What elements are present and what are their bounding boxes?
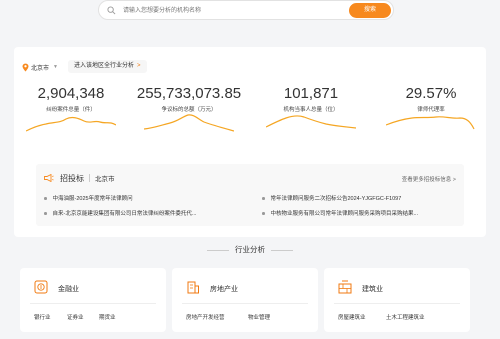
stat-label: 争议标的总额（万元） <box>161 107 217 113</box>
stat-value: 2,904,348 <box>37 85 105 102</box>
search-input[interactable] <box>123 4 333 17</box>
divider <box>182 303 308 304</box>
stat-dispute-amount: 255,733,073.85 争议标的总额（万元） <box>134 85 244 132</box>
stat-value: 29.57% <box>405 85 457 102</box>
bidding-header: 招投标 北京市 <box>44 173 115 183</box>
bidding-item[interactable]: 常年法律顾问服务二次招标公告2024-YJGFGC-F1097 <box>262 194 452 202</box>
stat-party-count: 101,871 机构当事人总量（位） <box>256 85 366 129</box>
industry-name: 金融业 <box>58 286 79 293</box>
stats-row: 2,904,348 纠纷案件总量（件） 255,733,073.85 争议标的总… <box>14 85 486 145</box>
enter-region-report-link[interactable]: 进入该地区全行业分析 > <box>68 60 147 73</box>
sparkline <box>144 114 234 132</box>
industry-subcategory[interactable]: 期货业 <box>99 313 116 321</box>
divider <box>89 174 90 182</box>
bidding-item[interactable]: 自来-北京京能建设集团有限公司日常法律纠纷案件委托代... <box>44 209 234 217</box>
industry-subcategory[interactable]: 银行业 <box>34 313 51 321</box>
divider <box>30 303 156 304</box>
search-icon <box>107 6 116 15</box>
construction-icon <box>338 280 352 294</box>
more-bidding-label: 查看更多招投标信息 <box>401 177 452 183</box>
building-icon <box>187 281 199 294</box>
region-label: 北京市 <box>31 65 50 72</box>
industry-subcategory[interactable]: 土木工程建筑业 <box>386 313 425 321</box>
stat-label: 机构当事人总量（位） <box>283 107 339 113</box>
stat-lawyer-rate: 29.57% 律师代理率 <box>376 85 486 130</box>
bidding-item[interactable]: 中海油服-2025年度常年法律顾问 <box>44 194 234 202</box>
more-bidding-link[interactable]: 查看更多招投标信息 > <box>402 175 456 183</box>
caret-down-icon: ▼ <box>53 64 58 70</box>
industry-subcategory[interactable]: 证券业 <box>67 313 84 321</box>
industry-card-real-estate[interactable]: 房地产业 房地产开发经营 物业管理 <box>172 268 318 332</box>
region-selector[interactable]: 北京市 ▼ <box>22 61 58 73</box>
bidding-title: 招投标 <box>60 173 84 183</box>
stat-value: 255,733,073.85 <box>136 85 242 102</box>
stat-label: 纠纷案件总量（件） <box>46 107 96 113</box>
industry-card-construction[interactable]: 建筑业 房屋建筑业 土木工程建筑业 <box>324 268 470 332</box>
divider <box>334 303 460 304</box>
sparkline <box>266 115 356 129</box>
industry-title-text: 行业分析 <box>235 245 265 254</box>
industry-card-finance[interactable]: 金融业 银行业 证券业 期货业 <box>20 268 166 332</box>
stat-case-count: 2,904,348 纠纷案件总量（件） <box>16 85 126 132</box>
enter-report-label: 进入该地区全行业分析 <box>74 63 135 69</box>
sparkline <box>26 116 116 132</box>
industry-subcategory[interactable]: 房屋建筑业 <box>338 313 366 321</box>
industry-subcategory[interactable]: 物业管理 <box>248 313 270 321</box>
stat-value: 101,871 <box>283 85 339 102</box>
industry-section-title: 行业分析 <box>0 244 500 255</box>
search-bar: 搜索 <box>98 0 394 20</box>
industry-subcategory[interactable]: 房地产开发经营 <box>186 313 225 321</box>
finance-icon <box>34 280 48 294</box>
location-pin-icon <box>22 63 29 71</box>
chevron-right-icon: > <box>137 63 141 69</box>
megaphone-icon <box>44 174 54 182</box>
sparkline <box>386 116 475 130</box>
industry-name: 建筑业 <box>362 286 383 293</box>
bidding-region: 北京市 <box>95 176 115 183</box>
chevron-right-icon: > <box>452 177 456 183</box>
industry-name: 房地产业 <box>210 286 238 293</box>
bidding-panel: 招投标 北京市 查看更多招投标信息 > 中海油服-2025年度常年法律顾问 常年… <box>36 164 464 226</box>
bidding-item[interactable]: 中核物业服务有限公司常年法律顾问服务采购项目采购结果... <box>262 209 452 217</box>
overview-card: 北京市 ▼ 进入该地区全行业分析 > 2,904,348 纠纷案件总量（件） 25… <box>14 47 486 237</box>
stat-label: 律师代理率 <box>417 107 445 113</box>
search-button[interactable]: 搜索 <box>349 3 391 18</box>
